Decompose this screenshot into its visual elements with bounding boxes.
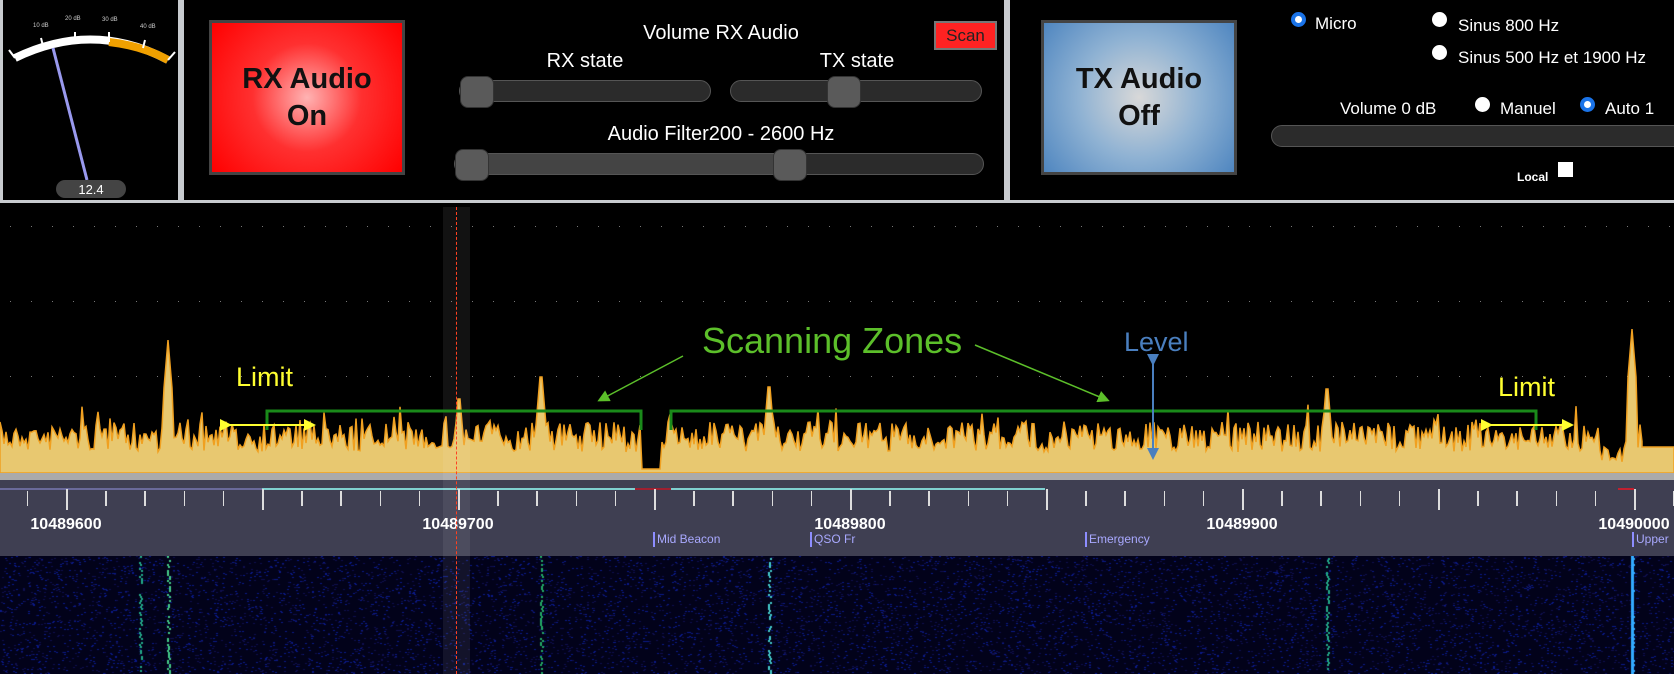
- tx-audio-button[interactable]: TX Audio Off: [1041, 20, 1237, 175]
- radio-manuel[interactable]: [1475, 97, 1490, 112]
- axis-tick: [654, 489, 656, 510]
- svg-text:40 dB: 40 dB: [140, 24, 156, 30]
- axis-tick: [1320, 491, 1322, 506]
- limit-marker: [1618, 488, 1634, 490]
- rx-audio-label: RX Audio: [242, 62, 372, 95]
- scan-gap-marker: [635, 488, 671, 490]
- axis-tick: [222, 491, 225, 506]
- rx-panel: RX Audio On Volume RX Audio Scan RX state…: [181, 0, 1007, 203]
- axis-tick: [889, 491, 891, 506]
- rx-state-slider[interactable]: [459, 76, 711, 108]
- limit-annotation-right: Limit: [1498, 372, 1556, 402]
- tx-panel: TX Audio Off Micro Sinus 800 Hz Sinus 500…: [1007, 0, 1674, 203]
- filter-low-thumb[interactable]: [455, 149, 489, 181]
- band-marker[interactable]: Mid Beacon: [653, 532, 720, 547]
- axis-tick: [850, 489, 852, 510]
- s-meter-panel: 10 dB 20 dB 30 dB 40 dB 12.4: [0, 0, 181, 203]
- band-marker[interactable]: Emergency: [1085, 532, 1150, 547]
- svg-text:10 dB: 10 dB: [33, 23, 49, 29]
- axis-tick: [967, 491, 970, 506]
- svg-text:20 dB: 20 dB: [65, 16, 81, 22]
- freq-label: 10489900: [1206, 516, 1278, 533]
- axis-tick: [26, 491, 29, 506]
- axis-tick: [66, 489, 68, 510]
- tx-volume-slider[interactable]: [1271, 125, 1674, 147]
- axis-tick: [497, 491, 499, 506]
- local-checkbox[interactable]: [1558, 162, 1573, 177]
- waterfall-display[interactable]: [0, 556, 1674, 674]
- axis-tick: [1242, 489, 1244, 510]
- tuning-cursor[interactable]: [456, 207, 457, 674]
- scanning-zones-annotation: Scanning Zones: [702, 320, 963, 361]
- axis-tick: [262, 489, 264, 510]
- limit-annotation-left: Limit: [236, 362, 294, 392]
- radio-sinus-500-1900-label: Sinus 500 Hz et 1900 Hz: [1458, 48, 1647, 67]
- axis-tick: [340, 491, 342, 506]
- axis-tick: [1046, 489, 1048, 510]
- tx-volume-label: Volume 0 dB: [1340, 99, 1437, 118]
- tx-state-slider[interactable]: [730, 76, 982, 108]
- axis-tick: [1085, 491, 1087, 506]
- axis-tick: [771, 491, 774, 506]
- radio-micro[interactable]: [1291, 12, 1306, 27]
- band-marker[interactable]: QSO Fr: [810, 532, 855, 547]
- axis-tick: [614, 491, 617, 506]
- axis-tick: [1124, 491, 1126, 506]
- s-meter-gauge: 10 dB 20 dB 30 dB 40 dB 12.4: [8, 16, 176, 198]
- axis-tick: [1398, 491, 1401, 506]
- axis-tick: [928, 491, 930, 506]
- axis-tick: [1594, 491, 1597, 506]
- axis-tick: [1516, 491, 1518, 506]
- rx-state-label: RX state: [546, 50, 624, 72]
- axis-tick: [1281, 491, 1283, 506]
- axis-tick: [810, 491, 813, 506]
- radio-sinus-500-1900[interactable]: [1432, 45, 1447, 60]
- tx-audio-label: TX Audio: [1075, 62, 1203, 95]
- axis-tick: [1634, 489, 1636, 510]
- radio-auto-1[interactable]: [1580, 97, 1595, 112]
- audio-filter-label: Audio Filter200 - 2600 Hz: [607, 123, 835, 145]
- axis-tick: [105, 491, 107, 506]
- radio-auto-1-label: Auto 1: [1605, 99, 1655, 118]
- radio-manuel-label: Manuel: [1500, 99, 1556, 118]
- radio-sinus-800[interactable]: [1432, 12, 1447, 27]
- axis-tick: [144, 491, 146, 506]
- axis-tick: [1202, 491, 1205, 506]
- meter-needle: [51, 47, 89, 181]
- spectrum-baseline: [0, 473, 1674, 480]
- audio-filter-slider[interactable]: [454, 149, 984, 181]
- filter-high-thumb[interactable]: [773, 149, 807, 181]
- axis-tick: [732, 491, 734, 506]
- scan-button[interactable]: Scan: [934, 21, 997, 50]
- axis-tick: [1359, 491, 1362, 506]
- rx-audio-state: On: [286, 99, 328, 132]
- svg-text:30 dB: 30 dB: [102, 17, 118, 23]
- band-marker[interactable]: Upper: [1632, 532, 1669, 547]
- radio-micro-label: Micro: [1315, 14, 1357, 33]
- axis-tick: [1555, 491, 1558, 506]
- axis-tick: [1163, 491, 1166, 506]
- axis-tick: [1438, 489, 1440, 510]
- scan-zone-range-2: [671, 488, 1045, 490]
- rx-audio-button[interactable]: RX Audio On: [209, 20, 405, 175]
- axis-tick: [183, 491, 186, 506]
- local-label: Local: [1517, 170, 1549, 184]
- meter-value: 12.4: [78, 182, 103, 197]
- freq-label: 10489600: [30, 516, 102, 533]
- axis-tick: [1477, 491, 1479, 506]
- band-line: [0, 488, 262, 490]
- axis-tick: [1006, 491, 1009, 506]
- tx-audio-state: Off: [1118, 99, 1160, 132]
- level-annotation: Level: [1124, 327, 1189, 357]
- axis-tick: [693, 491, 695, 506]
- radio-sinus-800-label: Sinus 800 Hz: [1458, 16, 1560, 35]
- axis-tick: [536, 491, 538, 506]
- frequency-axis[interactable]: 10489600 10489700 10489800 10489900 10490000…: [0, 480, 1674, 556]
- tx-state-label: TX state: [819, 50, 895, 72]
- axis-tick: [379, 491, 382, 506]
- axis-tick: [301, 491, 303, 506]
- axis-tick: [575, 491, 578, 506]
- axis-tick: [418, 491, 421, 506]
- volume-rx-title: Volume RX Audio: [643, 22, 799, 44]
